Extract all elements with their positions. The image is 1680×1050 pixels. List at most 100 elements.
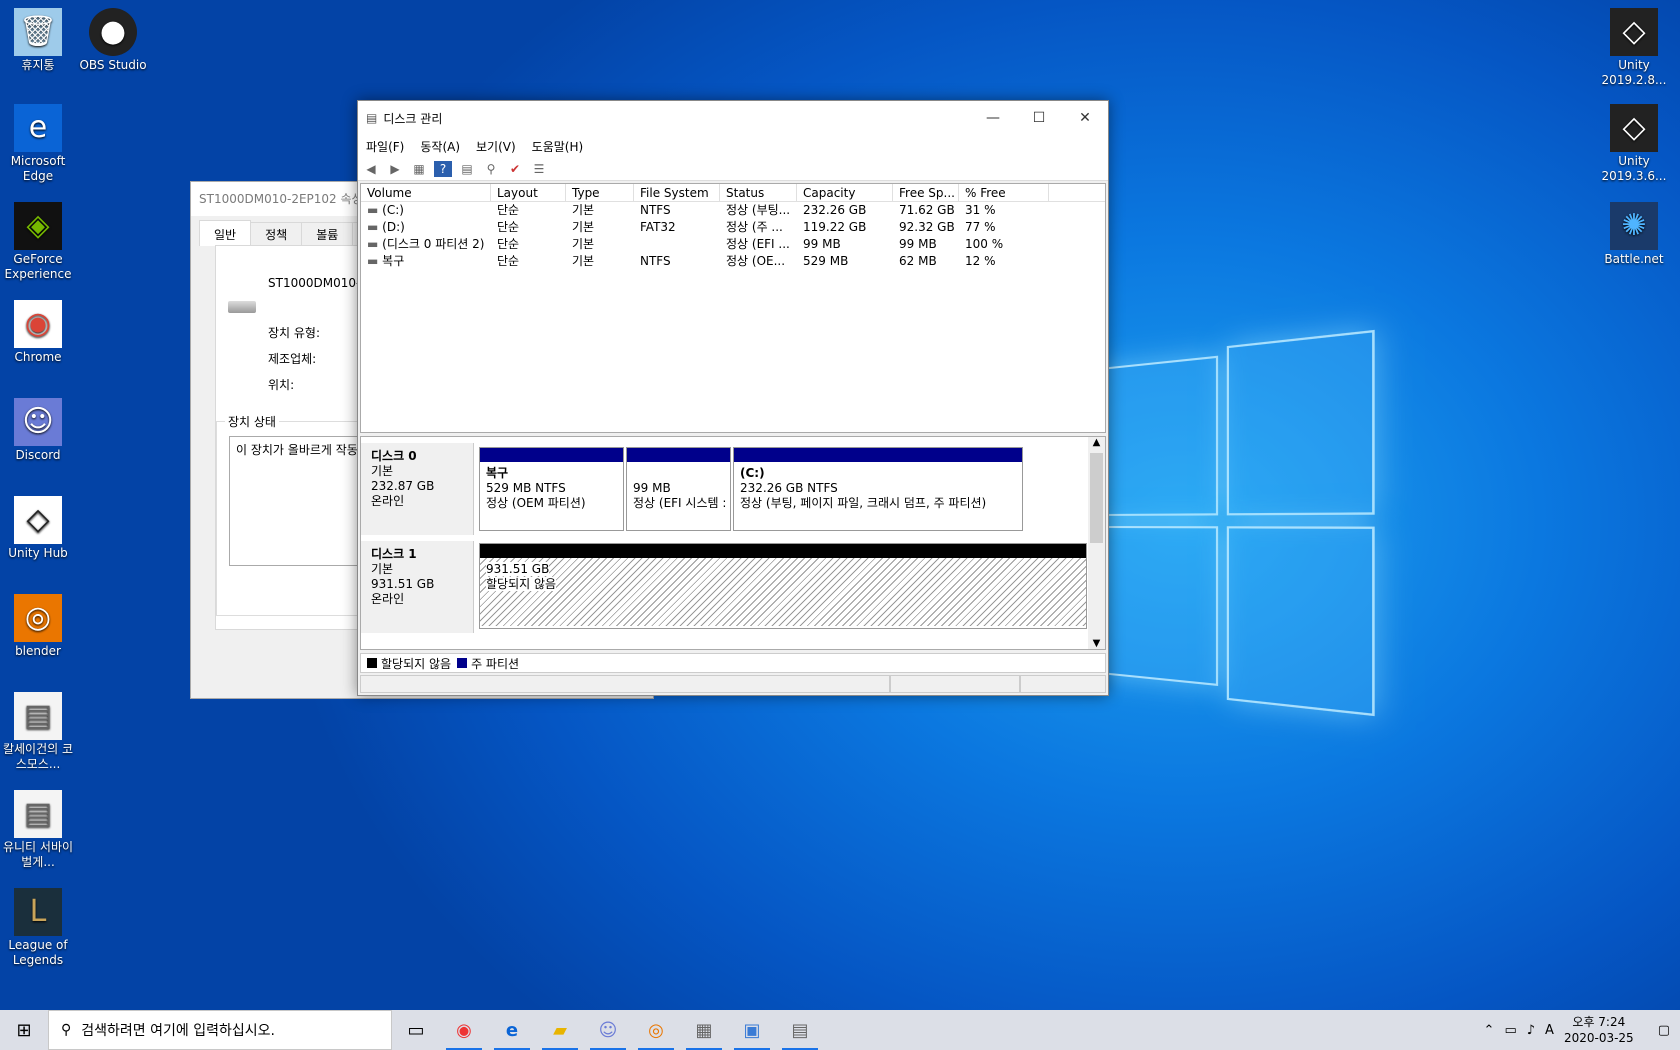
location-label: 위치: <box>268 378 295 392</box>
partition-size: 529 MB NTFS <box>486 481 566 495</box>
status-bar <box>360 675 1106 693</box>
partition-efi[interactable]: 99 MB 정상 (EFI 시스템 : <box>626 447 731 531</box>
unallocated-space[interactable]: 931.51 GB 할당되지 않음 <box>479 543 1087 629</box>
unity-hub-icon: ◇ <box>14 496 62 544</box>
clock[interactable]: 오후 7:24 2020-03-25 <box>1564 1014 1634 1046</box>
connect-icon[interactable]: ⚲ <box>482 161 500 177</box>
desktop-icon[interactable]: ◎ blender <box>0 594 78 659</box>
disk-1-label[interactable]: 디스크 1 기본 931.51 GB 온라인 <box>361 541 474 633</box>
vertical-scrollbar[interactable]: ▲ ▼ <box>1088 437 1105 649</box>
volume-icon: ▬ <box>367 203 383 217</box>
volume-icon[interactable]: ♪ <box>1527 1023 1535 1038</box>
table-cell: ▬ (D:) <box>367 220 405 234</box>
desktop-icon[interactable]: ◇ Unity 2019.3.6... <box>1594 104 1674 184</box>
task-view-icon[interactable]: ▭ <box>392 1010 440 1050</box>
table-cell: 정상 (주 ... <box>726 220 783 234</box>
window-title: 디스크 관리 <box>383 111 443 126</box>
taskbar-device-manager-icon[interactable]: ▦ <box>680 1010 728 1050</box>
partition-recovery[interactable]: 복구 529 MB NTFS 정상 (OEM 파티션) <box>479 447 624 531</box>
desktop-icon[interactable]: ☺ Discord <box>0 398 78 463</box>
taskbar-discord-icon[interactable]: ☺ <box>584 1010 632 1050</box>
start-button[interactable]: ⊞ <box>0 1010 48 1050</box>
disk-1-size: 931.51 GB <box>371 577 435 591</box>
back-icon[interactable]: ◀ <box>362 161 380 177</box>
table-row[interactable]: ▬ (디스크 0 파티션 2) 단순 기본 정상 (EFI ... 99 MB 99 MB… <box>361 236 1105 253</box>
search-icon: ⚲ <box>61 1022 72 1038</box>
table-cell: 단순 <box>497 203 520 217</box>
properties-icon[interactable]: ▤ <box>458 161 476 177</box>
forward-icon[interactable]: ▶ <box>386 161 404 177</box>
col-volume[interactable]: Volume <box>361 184 491 201</box>
col-percent-free[interactable]: % Free <box>959 184 1049 201</box>
desktop-icon[interactable]: ◈ GeForce Experience <box>0 202 78 282</box>
desktop-icon[interactable]: 🗑 휴지통 <box>0 8 78 73</box>
unity-icon: ◇ <box>1610 104 1658 152</box>
col-layout[interactable]: Layout <box>491 184 566 201</box>
scroll-down-icon[interactable]: ▼ <box>1088 638 1105 649</box>
close-button[interactable]: ✕ <box>1062 110 1108 126</box>
taskbar-chrome-icon[interactable]: ◉ <box>440 1010 488 1050</box>
windows-wallpaper-logo <box>1100 329 1375 717</box>
desktop-icon-obs[interactable]: ● OBS Studio <box>73 8 153 73</box>
taskbar: ⊞ ⚲ 검색하려면 여기에 입력하십시오. ▭ ◉ e ▰ ☺ ◎ ▦ ▣ ▤ … <box>0 1010 1680 1050</box>
scroll-thumb[interactable] <box>1090 453 1103 543</box>
search-box[interactable]: ⚲ 검색하려면 여기에 입력하십시오. <box>48 1010 392 1050</box>
unallocated-status: 할당되지 않음 <box>486 577 557 591</box>
menu-action[interactable]: 동작(A) <box>420 138 460 155</box>
menu-view[interactable]: 보기(V) <box>476 138 516 155</box>
table-cell: 정상 (부팅... <box>726 203 791 217</box>
col-type[interactable]: Type <box>566 184 634 201</box>
desktop-icon[interactable]: ▤ 유니티 서바이벌게... <box>0 790 78 870</box>
show-hidden-icons-icon[interactable]: ⌃ <box>1484 1023 1495 1038</box>
partition-name: (C:) <box>740 466 765 480</box>
desktop-icon[interactable]: ✺ Battle.net <box>1594 202 1674 267</box>
table-cell: 232.26 GB <box>803 203 867 217</box>
taskbar-disk-management-icon[interactable]: ▤ <box>776 1010 824 1050</box>
notifications-icon[interactable]: ▢ <box>1658 1023 1670 1038</box>
table-cell: 정상 (OE... <box>726 254 786 268</box>
minimize-button[interactable]: — <box>970 110 1016 126</box>
menu-file[interactable]: 파일(F) <box>366 138 404 155</box>
tab-policy[interactable]: 정책 <box>250 222 303 246</box>
tab-general[interactable]: 일반 <box>199 220 252 246</box>
desktop-icon[interactable]: e Microsoft Edge <box>0 104 78 184</box>
tab-volumes[interactable]: 볼륨 <box>301 222 354 246</box>
col-filesystem[interactable]: File System <box>634 184 720 201</box>
table-cell: 71.62 GB <box>899 203 955 217</box>
table-cell: 기본 <box>572 203 595 217</box>
taskbar-blender-icon[interactable]: ◎ <box>632 1010 680 1050</box>
table-row[interactable]: ▬ (D:) 단순 기본 FAT32 정상 (주 ... 119.22 GB 92.32 G… <box>361 219 1105 236</box>
taskbar-explorer-icon[interactable]: ▰ <box>536 1010 584 1050</box>
desktop-icon[interactable]: ▤ 칼세이건의 코스모스... <box>0 692 78 772</box>
table-cell: 기본 <box>572 237 595 251</box>
desktop-icon-label: Discord <box>15 448 61 462</box>
table-row[interactable]: ▬ (C:) 단순 기본 NTFS 정상 (부팅... 232.26 GB 71.62 GB… <box>361 202 1105 219</box>
desktop-icon[interactable]: ◇ Unity 2019.2.8... <box>1594 8 1674 88</box>
taskbar-edge-icon[interactable]: e <box>488 1010 536 1050</box>
clock-date: 2020-03-25 <box>1563 1031 1634 1045</box>
partition-c[interactable]: (C:) 232.26 GB NTFS 정상 (부팅, 페이지 파일, 크래시 덤프… <box>733 447 1023 531</box>
disk-graphical-view: 디스크 0 기본 232.87 GB 온라인 복구 529 MB NTFS 정상 (… <box>360 436 1106 650</box>
col-free-space[interactable]: Free Sp... <box>893 184 959 201</box>
col-status[interactable]: Status <box>720 184 797 201</box>
recycle-bin-icon: 🗑 <box>14 8 62 56</box>
unallocated-size: 931.51 GB <box>486 562 550 576</box>
console-tree-icon[interactable]: ▦ <box>410 161 428 177</box>
menu-help[interactable]: 도움말(H) <box>532 138 584 155</box>
maximize-button[interactable]: ☐ <box>1016 110 1062 126</box>
scroll-up-icon[interactable]: ▲ <box>1088 437 1105 448</box>
help-icon[interactable]: ? <box>434 160 452 177</box>
desktop-icon-label: Chrome <box>14 350 62 364</box>
network-icon[interactable]: ▭ <box>1504 1023 1516 1038</box>
desktop-icon-label: Battle.net <box>1604 252 1664 266</box>
disk-0-label[interactable]: 디스크 0 기본 232.87 GB 온라인 <box>361 443 474 535</box>
check-icon[interactable]: ✔ <box>506 161 524 177</box>
taskbar-control-panel-icon[interactable]: ▣ <box>728 1010 776 1050</box>
desktop-icon[interactable]: ◇ Unity Hub <box>0 496 78 561</box>
settings-icon[interactable]: ☰ <box>530 161 548 177</box>
table-row[interactable]: ▬ 복구 단순 기본 NTFS 정상 (OE... 529 MB 62 MB 12 % <box>361 253 1105 270</box>
ime-indicator[interactable]: A <box>1545 1023 1554 1038</box>
desktop-icon[interactable]: L League of Legends <box>0 888 78 968</box>
desktop-icon[interactable]: ◉ Chrome <box>0 300 78 365</box>
col-capacity[interactable]: Capacity <box>797 184 893 201</box>
